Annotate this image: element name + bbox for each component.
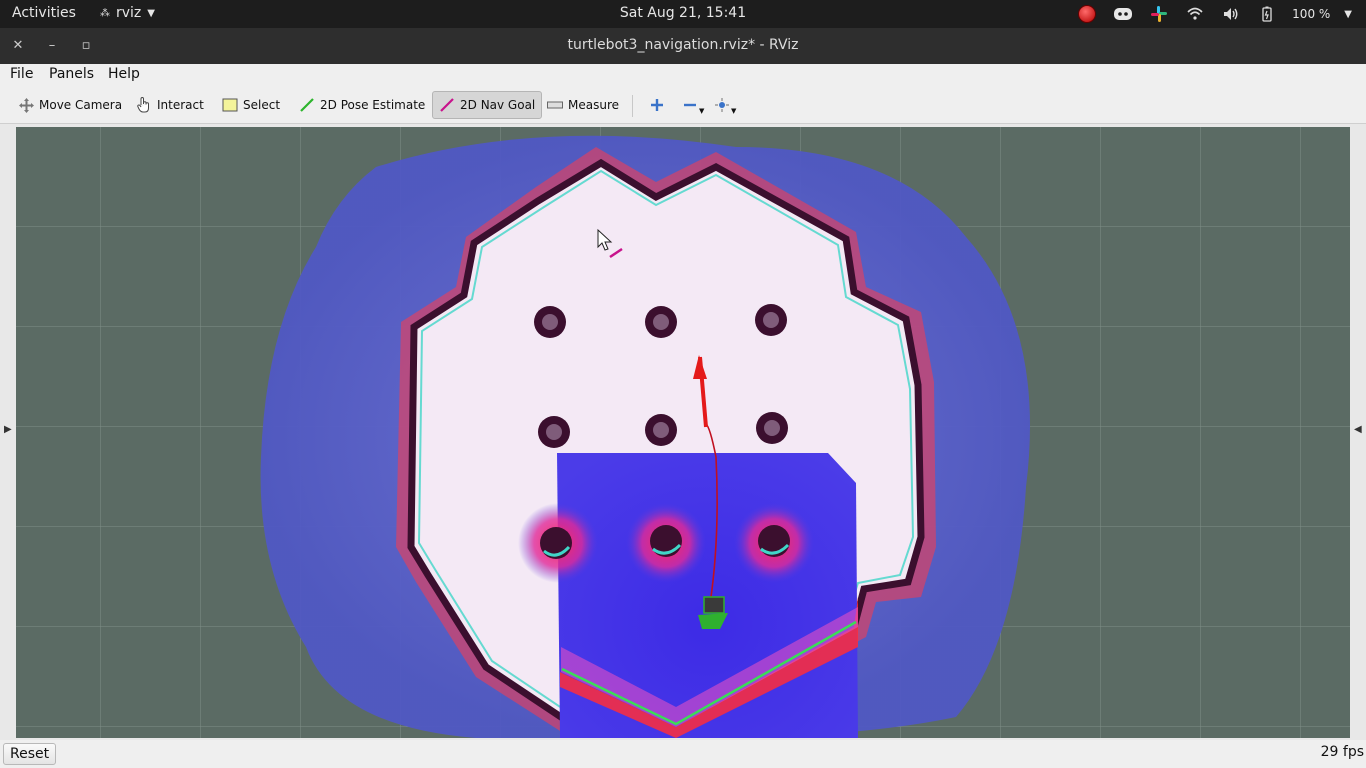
hand-pointer-icon bbox=[136, 97, 152, 113]
minus-icon bbox=[682, 97, 698, 113]
select-box-icon bbox=[222, 97, 238, 113]
interact-label: Interact bbox=[157, 98, 204, 112]
measure-tool[interactable]: Measure bbox=[541, 91, 625, 119]
map-canvas[interactable] bbox=[16, 127, 1350, 738]
caret-down-icon: ▼ bbox=[731, 107, 737, 115]
pillar bbox=[645, 414, 677, 446]
interact-tool[interactable]: Interact bbox=[130, 91, 210, 119]
pillar bbox=[755, 304, 787, 336]
system-top-bar: Activities ⁂ rviz ▼ Sat Aug 21, 15:41 10… bbox=[0, 0, 1366, 28]
record-icon[interactable] bbox=[1076, 3, 1098, 25]
window-titlebar: ✕ – ▫ turtlebot3_navigation.rviz* - RViz bbox=[0, 28, 1366, 64]
discord-icon[interactable] bbox=[1112, 3, 1134, 25]
3d-render-view[interactable] bbox=[16, 127, 1350, 738]
pillar bbox=[756, 412, 788, 444]
ruler-icon bbox=[547, 97, 563, 113]
battery-icon[interactable] bbox=[1256, 3, 1278, 25]
toolbar-separator bbox=[632, 95, 633, 117]
nav-goal-tool[interactable]: 2D Nav Goal bbox=[432, 91, 543, 119]
magenta-arrow-icon bbox=[439, 97, 455, 113]
select-tool[interactable]: Select bbox=[216, 91, 286, 119]
nav-goal-label: 2D Nav Goal bbox=[460, 98, 536, 112]
pillar bbox=[645, 306, 677, 338]
pose-estimate-label: 2D Pose Estimate bbox=[320, 98, 426, 112]
move-camera-icon bbox=[18, 97, 34, 113]
green-arrow-icon bbox=[299, 97, 315, 113]
select-label: Select bbox=[243, 98, 281, 112]
rviz-app-icon: ⁂ bbox=[100, 7, 110, 19]
move-camera-label: Move Camera bbox=[39, 98, 123, 112]
pose-estimate-tool[interactable]: 2D Pose Estimate bbox=[293, 91, 431, 119]
menu-file[interactable]: File bbox=[10, 66, 33, 82]
clock[interactable]: Sat Aug 21, 15:41 bbox=[620, 5, 746, 21]
chevron-down-icon: ▼ bbox=[147, 7, 155, 19]
measure-label: Measure bbox=[568, 98, 619, 112]
left-dock-toggle-icon[interactable]: ▶ bbox=[4, 424, 12, 435]
pillar bbox=[650, 525, 682, 557]
caret-down-icon: ▼ bbox=[699, 107, 705, 115]
remove-tool-button[interactable]: ▼ bbox=[676, 91, 710, 119]
slack-icon[interactable] bbox=[1148, 3, 1170, 25]
pillar bbox=[534, 306, 566, 338]
menu-bar: File Panels Help bbox=[0, 64, 1366, 86]
pillar bbox=[758, 525, 790, 557]
system-tray: 100 % ▼ bbox=[1076, 3, 1352, 25]
pillar bbox=[540, 527, 572, 559]
activities-button[interactable]: Activities bbox=[12, 5, 76, 21]
add-tool-button[interactable] bbox=[643, 91, 671, 119]
window-title: turtlebot3_navigation.rviz* - RViz bbox=[567, 37, 799, 53]
fps-readout: 29 fps bbox=[1320, 744, 1364, 760]
reset-button[interactable]: Reset bbox=[3, 743, 57, 765]
tools-toolbar: Move Camera Interact Select 2D Pose Esti… bbox=[0, 86, 1366, 124]
pillar bbox=[538, 416, 570, 448]
volume-icon[interactable] bbox=[1220, 3, 1242, 25]
battery-percent: 100 % bbox=[1292, 7, 1331, 21]
tool-properties-button[interactable]: ▼ bbox=[708, 91, 742, 119]
menu-panels[interactable]: Panels bbox=[49, 66, 94, 82]
app-menu[interactable]: ⁂ rviz ▼ bbox=[100, 5, 155, 21]
app-menu-label: rviz bbox=[116, 5, 142, 21]
system-menu-chevron-icon[interactable]: ▼ bbox=[1344, 9, 1352, 20]
wifi-icon[interactable] bbox=[1184, 3, 1206, 25]
plus-icon bbox=[649, 97, 665, 113]
right-dock-toggle-icon[interactable]: ◀ bbox=[1354, 424, 1362, 435]
move-camera-tool[interactable]: Move Camera bbox=[12, 91, 128, 119]
camera-focus-icon bbox=[714, 97, 730, 113]
status-bar: Reset 29 fps bbox=[0, 740, 1366, 768]
menu-help[interactable]: Help bbox=[108, 66, 140, 82]
